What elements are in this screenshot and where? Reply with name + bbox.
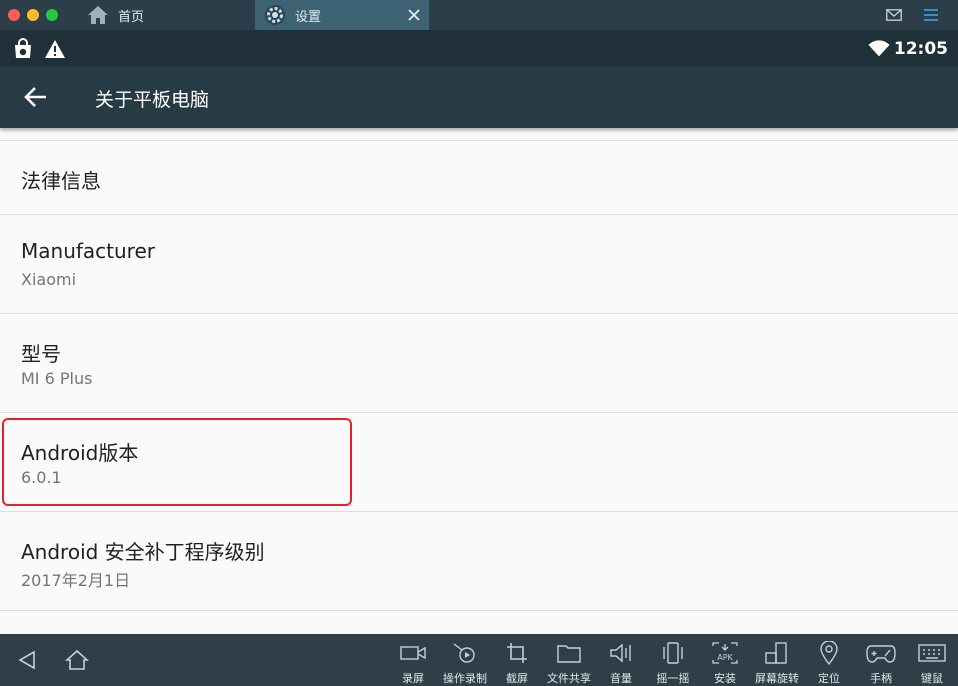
tool-label: 文件共享	[547, 672, 591, 685]
status-clock: 12:05	[893, 39, 948, 59]
tool-rotate-screen[interactable]: 屏幕旋转	[751, 640, 803, 686]
warning-icon	[44, 38, 66, 60]
mail-icon[interactable]	[885, 6, 903, 24]
app-store-notification-icon	[12, 38, 34, 60]
keyboard-icon	[917, 640, 947, 666]
list-item-title: 型号	[21, 342, 61, 366]
page-title: 关于平板电脑	[95, 89, 210, 111]
back-arrow-icon[interactable]	[22, 84, 50, 110]
video-camera-icon	[398, 640, 428, 666]
gamepad-icon	[866, 640, 896, 666]
list-item-title: 法律信息	[21, 169, 101, 193]
tool-screen-record[interactable]: 录屏	[387, 640, 439, 686]
tool-label: 键鼠	[921, 672, 943, 685]
tool-screenshot[interactable]: 截屏	[491, 640, 543, 686]
list-item-title: Android 安全补丁程序级别	[21, 540, 265, 564]
rotate-screen-icon	[762, 640, 792, 666]
tool-label: 安装	[714, 672, 736, 685]
about-tablet-list: 法律信息 Manufacturer Xiaomi 型号 MI 6 Plus An…	[0, 128, 958, 634]
tool-label: 操作录制	[443, 672, 487, 685]
list-item-title: Manufacturer	[21, 239, 155, 263]
tool-install-apk[interactable]: APK 安装	[699, 640, 751, 686]
nav-home-icon[interactable]	[62, 646, 92, 674]
tool-label: 截屏	[506, 672, 528, 685]
nav-back-icon[interactable]	[12, 646, 42, 674]
highlight-box	[2, 418, 352, 506]
tool-label: 屏幕旋转	[755, 672, 799, 685]
tool-gamepad[interactable]: 手柄	[855, 640, 907, 686]
tab-home[interactable]: 首页	[86, 0, 252, 30]
apk-install-icon: APK	[710, 640, 740, 666]
action-bar: 关于平板电脑	[0, 66, 958, 128]
tab-home-label: 首页	[118, 9, 145, 25]
list-item-security-patch[interactable]: Android 安全补丁程序级别 2017年2月1日	[0, 512, 958, 610]
tool-label: 音量	[610, 672, 632, 685]
tool-label: 录屏	[402, 672, 424, 685]
tool-location[interactable]: 定位	[803, 640, 855, 686]
home-icon	[86, 3, 110, 27]
maximize-window-button[interactable]	[46, 9, 58, 21]
shake-phone-icon	[658, 640, 688, 666]
tool-label: 定位	[818, 672, 840, 685]
tool-operation-record[interactable]: 操作录制	[439, 640, 491, 686]
svg-text:APK: APK	[717, 653, 733, 662]
android-status-bar: 12:05	[0, 30, 958, 66]
volume-icon	[606, 640, 636, 666]
close-tab-icon[interactable]	[405, 6, 423, 24]
record-operation-icon	[450, 640, 480, 666]
tool-file-share[interactable]: 文件共享	[543, 640, 595, 686]
list-item-subtitle: Xiaomi	[21, 270, 77, 289]
gear-icon	[263, 3, 287, 27]
folder-icon	[554, 640, 584, 666]
list-item-subtitle: 2017年2月1日	[21, 571, 131, 590]
emulator-title-bar: 首页 设置	[0, 0, 958, 30]
close-window-button[interactable]	[8, 9, 20, 21]
tab-settings[interactable]: 设置	[255, 0, 429, 30]
tool-keyboard-mouse[interactable]: 键鼠	[906, 640, 958, 686]
emulator-toolbar: 录屏 操作录制 截屏 文件共享 音量 摇一摇 APK 安装 屏幕旋转 定位 手柄…	[0, 634, 958, 686]
list-divider	[0, 610, 958, 611]
tool-label: 摇一摇	[656, 672, 690, 685]
location-pin-icon	[814, 640, 844, 666]
minimize-window-button[interactable]	[27, 9, 39, 21]
list-item-manufacturer[interactable]: Manufacturer Xiaomi	[0, 215, 958, 313]
wifi-icon	[868, 38, 890, 60]
tab-settings-label: 设置	[295, 9, 322, 25]
list-item-model[interactable]: 型号 MI 6 Plus	[0, 314, 958, 412]
list-item-legal-info[interactable]: 法律信息	[0, 141, 958, 214]
tool-label: 手柄	[870, 672, 892, 685]
tool-shake[interactable]: 摇一摇	[647, 640, 699, 686]
menu-icon[interactable]	[922, 6, 940, 24]
crop-icon	[502, 640, 532, 666]
list-item-subtitle: MI 6 Plus	[21, 369, 93, 388]
tool-volume[interactable]: 音量	[595, 640, 647, 686]
